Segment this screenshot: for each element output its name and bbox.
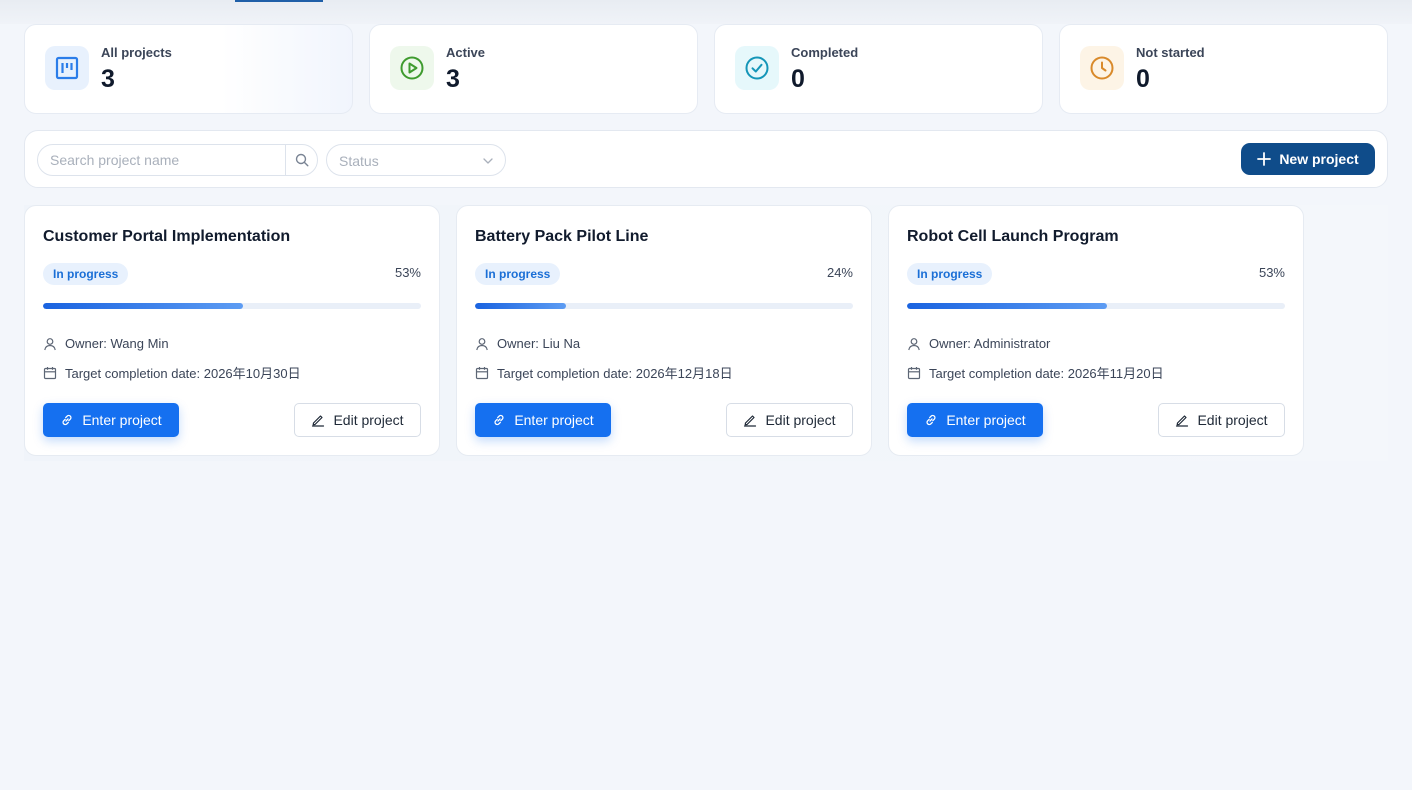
play-circle-icon bbox=[390, 46, 434, 90]
stat-card-not-started[interactable]: Not started 0 bbox=[1059, 24, 1388, 114]
enter-project-label: Enter project bbox=[946, 412, 1026, 428]
filter-toolbar: Status New project bbox=[24, 130, 1388, 188]
progress-percent: 53% bbox=[1258, 265, 1285, 280]
stat-label: Not started bbox=[1136, 45, 1205, 60]
project-card: Robot Cell Launch Program In progress 53… bbox=[888, 205, 1304, 456]
calendar-icon bbox=[907, 366, 921, 379]
edit-project-label: Edit project bbox=[333, 412, 404, 428]
clock-icon bbox=[1080, 46, 1124, 90]
stat-value: 0 bbox=[1136, 65, 1150, 93]
project-owner: Owner: Wang Min bbox=[43, 336, 169, 351]
project-target-date: Target completion date: 2026年11月20日 bbox=[907, 363, 1164, 382]
enter-project-label: Enter project bbox=[82, 412, 162, 428]
edit-project-label: Edit project bbox=[1197, 412, 1268, 428]
search-box bbox=[37, 144, 318, 176]
calendar-icon bbox=[43, 366, 57, 379]
stat-card-completed[interactable]: Completed 0 bbox=[714, 24, 1043, 114]
progress-track bbox=[907, 303, 1285, 309]
active-tab-indicator bbox=[235, 0, 323, 2]
status-badge: In progress bbox=[907, 263, 993, 285]
target-date-text: Target completion date: 2026年12月18日 bbox=[497, 366, 733, 381]
check-circle-icon bbox=[735, 46, 779, 90]
project-owner: Owner: Liu Na bbox=[475, 336, 580, 351]
project-card: Customer Portal Implementation In progre… bbox=[24, 205, 440, 456]
edit-icon bbox=[744, 415, 757, 427]
chevron-down-icon bbox=[483, 158, 493, 164]
stat-card-all-projects[interactable]: All projects 3 bbox=[24, 24, 353, 114]
user-icon bbox=[44, 337, 56, 350]
new-project-label: New project bbox=[1279, 151, 1359, 167]
stat-label: Completed bbox=[791, 45, 859, 60]
stat-label: Active bbox=[446, 45, 486, 60]
project-target-date: Target completion date: 2026年12月18日 bbox=[475, 363, 733, 382]
board-icon bbox=[45, 46, 89, 90]
stat-value: 3 bbox=[101, 65, 115, 93]
stat-label: All projects bbox=[101, 45, 172, 60]
top-bar bbox=[0, 0, 1412, 24]
link-icon bbox=[62, 414, 72, 426]
status-select[interactable]: Status bbox=[326, 144, 506, 176]
stat-value: 0 bbox=[791, 65, 805, 93]
edit-icon bbox=[1176, 415, 1189, 427]
status-badge: In progress bbox=[475, 263, 561, 285]
owner-text: Owner: Administrator bbox=[929, 336, 1051, 351]
edit-project-button[interactable]: Edit project bbox=[1158, 403, 1285, 437]
owner-text: Owner: Wang Min bbox=[65, 336, 169, 351]
project-title: Customer Portal Implementation bbox=[43, 228, 291, 245]
progress-percent: 24% bbox=[826, 265, 853, 280]
progress-fill bbox=[475, 303, 566, 309]
project-card: Battery Pack Pilot Line In progress 24% … bbox=[456, 205, 872, 456]
project-owner: Owner: Administrator bbox=[907, 336, 1050, 351]
stat-card-active[interactable]: Active 3 bbox=[369, 24, 698, 114]
link-icon bbox=[926, 414, 936, 426]
project-list: Customer Portal Implementation In progre… bbox=[24, 205, 1388, 461]
new-project-button[interactable]: New project bbox=[1241, 143, 1375, 175]
project-target-date: Target completion date: 2026年10月30日 bbox=[43, 363, 301, 382]
status-badge: In progress bbox=[43, 263, 129, 285]
progress-track bbox=[43, 303, 421, 309]
progress-fill bbox=[43, 303, 244, 309]
stats-row: All projects 3 Active 3 Completed 0 Not … bbox=[24, 24, 1388, 114]
owner-text: Owner: Liu Na bbox=[497, 336, 581, 351]
search-input[interactable] bbox=[38, 145, 286, 175]
link-icon bbox=[494, 414, 504, 426]
edit-project-button[interactable]: Edit project bbox=[726, 403, 853, 437]
stat-value: 3 bbox=[446, 65, 460, 93]
status-placeholder: Status bbox=[339, 153, 379, 169]
plus-icon bbox=[1257, 152, 1272, 166]
enter-project-button[interactable]: Enter project bbox=[43, 403, 179, 437]
target-date-text: Target completion date: 2026年10月30日 bbox=[65, 366, 301, 381]
user-icon bbox=[476, 337, 488, 350]
progress-percent: 53% bbox=[394, 265, 421, 280]
search-icon bbox=[295, 153, 309, 167]
target-date-text: Target completion date: 2026年11月20日 bbox=[929, 366, 1164, 381]
edit-icon bbox=[312, 415, 325, 427]
search-button[interactable] bbox=[285, 145, 317, 175]
progress-track bbox=[475, 303, 853, 309]
progress-fill bbox=[907, 303, 1108, 309]
project-title: Battery Pack Pilot Line bbox=[475, 228, 649, 245]
edit-project-button[interactable]: Edit project bbox=[294, 403, 421, 437]
enter-project-label: Enter project bbox=[514, 412, 594, 428]
enter-project-button[interactable]: Enter project bbox=[907, 403, 1043, 437]
user-icon bbox=[908, 337, 920, 350]
calendar-icon bbox=[475, 366, 489, 379]
project-title: Robot Cell Launch Program bbox=[907, 228, 1119, 245]
enter-project-button[interactable]: Enter project bbox=[475, 403, 611, 437]
edit-project-label: Edit project bbox=[765, 412, 836, 428]
